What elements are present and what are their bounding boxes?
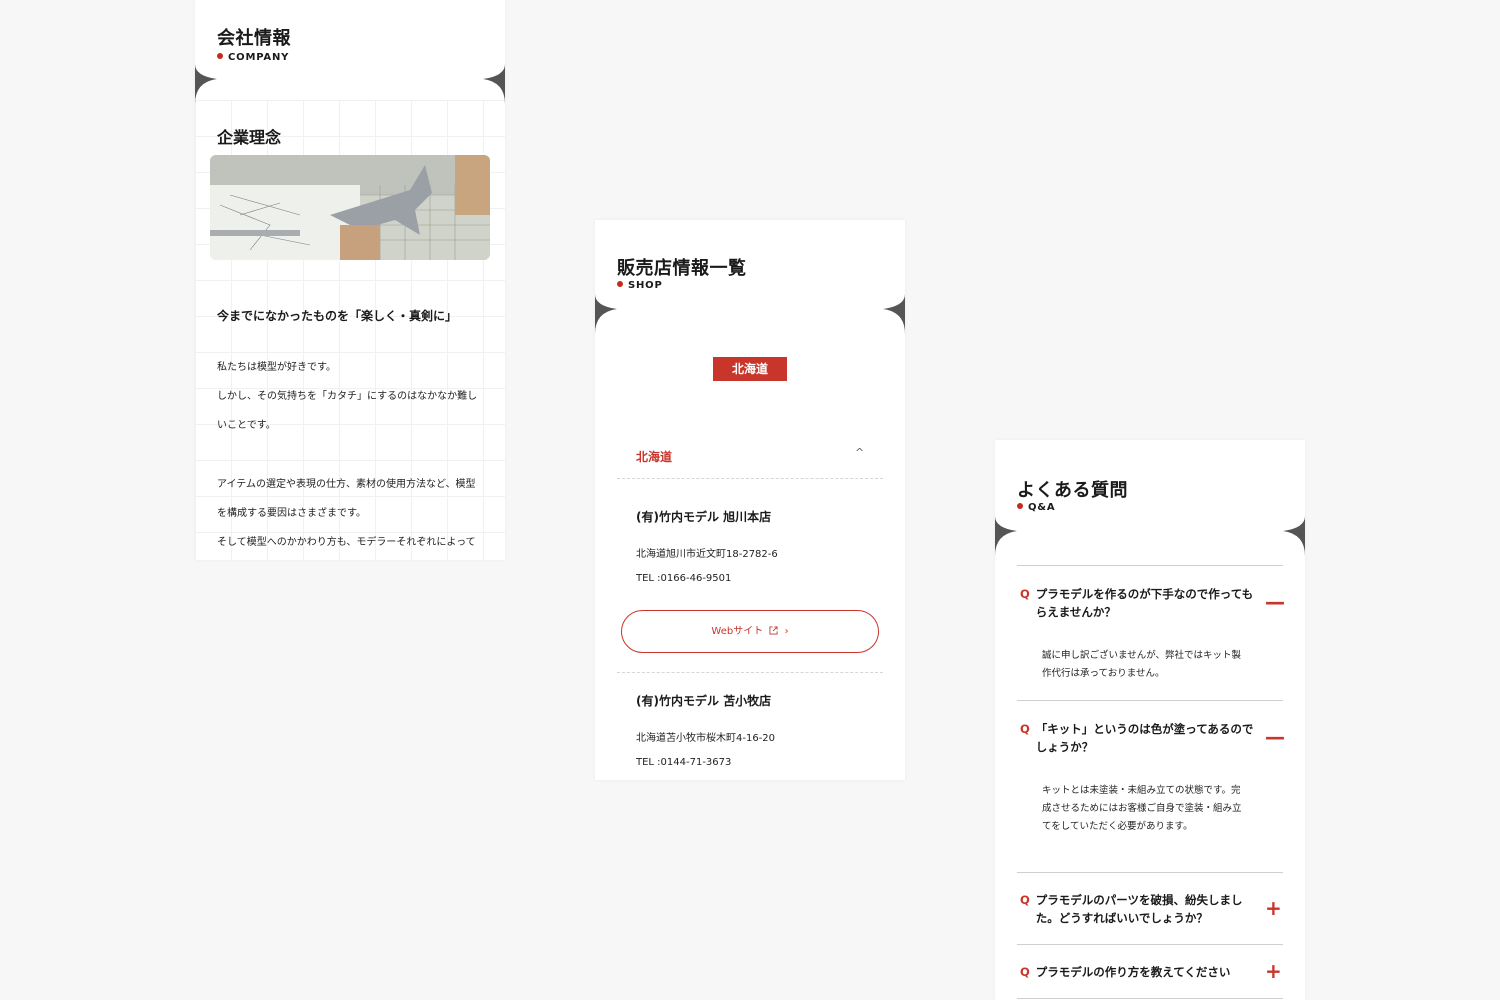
- subtitle-text: Q&A: [1028, 502, 1056, 513]
- divider: [1017, 872, 1283, 873]
- plus-icon[interactable]: +: [1265, 898, 1282, 918]
- model-building-photo: [210, 155, 490, 260]
- minus-icon[interactable]: —: [1265, 592, 1285, 612]
- philosophy-text: そして模型へのかかわり方も、モデラーそれぞれによって: [217, 537, 476, 548]
- dot-icon: [617, 281, 623, 287]
- divider: [1017, 700, 1283, 701]
- q-marker: Q: [1020, 722, 1030, 736]
- philosophy-text: アイテムの選定や表現の仕方、素材の使用方法など、模型: [217, 479, 476, 490]
- store-name: (有)竹内モデル 旭川本店: [636, 510, 772, 524]
- philosophy-text: いことです。: [217, 420, 276, 431]
- section-notch: [995, 516, 1305, 556]
- dot-icon: [217, 53, 223, 59]
- faq-question[interactable]: Q プラモデルの作り方を教えてください: [1020, 963, 1260, 981]
- chevron-up-icon[interactable]: ^: [855, 446, 864, 459]
- faq-card: よくある質問 Q&A Q プラモデルを作るのが下手なので作ってもらえませんか？ —…: [995, 440, 1305, 1000]
- plus-icon[interactable]: +: [1265, 961, 1282, 981]
- company-card: 会社情報 COMPANY 企業理念 今までになかったものを「楽しく・真剣に」 私…: [195, 0, 505, 560]
- minus-icon[interactable]: —: [1265, 727, 1285, 747]
- subtitle-text: COMPANY: [228, 52, 290, 63]
- philosophy-lead: 今までになかったものを「楽しく・真剣に」: [217, 309, 458, 323]
- store-name: (有)竹内モデル 苫小牧店: [636, 694, 772, 708]
- section-notch: [595, 294, 905, 334]
- store-address: 北海道旭川市近文町18-2782-6: [636, 549, 778, 560]
- faq-question[interactable]: Q プラモデルのパーツを破損、紛失しました。どうすればいいでしょうか？: [1020, 891, 1260, 927]
- philosophy-text: しかし、その気持ちを「カタチ」にするのはなかなか難し: [217, 391, 478, 402]
- section-notch: [195, 64, 505, 104]
- q-marker: Q: [1020, 965, 1030, 979]
- shop-card: 販売店情報一覧 SHOP 北海道 北海道 ^ (有)竹内モデル 旭川本店 北海道…: [595, 220, 905, 780]
- store-tel: TEL :0144-71-3673: [636, 757, 732, 768]
- dot-icon: [1017, 503, 1023, 509]
- external-link-icon: [769, 611, 778, 652]
- page-title: 販売店情報一覧: [617, 258, 747, 279]
- divider: [1017, 565, 1283, 566]
- faq-answer: 誠に申し訳ございませんが、弊社ではキット製作代行は承っておりません。: [1042, 650, 1242, 679]
- website-button-label: Webサイト: [711, 626, 764, 637]
- philosophy-text: を構成する要因はさまざまです。: [217, 508, 366, 519]
- divider: [1017, 998, 1283, 999]
- website-button[interactable]: Webサイト ›: [621, 610, 879, 653]
- q-marker: Q: [1020, 587, 1030, 601]
- store-address: 北海道苫小牧市桜木町4-16-20: [636, 733, 776, 744]
- store-tel: TEL :0166-46-9501: [636, 573, 732, 584]
- accordion-header[interactable]: 北海道: [636, 448, 672, 465]
- page-subtitle: SHOP: [617, 280, 663, 291]
- page-subtitle: Q&A: [1017, 502, 1055, 513]
- divider: [1017, 944, 1283, 945]
- page-title: よくある質問: [1017, 480, 1128, 501]
- section-title: 企業理念: [217, 128, 282, 147]
- question-text: プラモデルのパーツを破損、紛失しました。どうすればいいでしょうか？: [1035, 893, 1243, 925]
- divider: [617, 672, 883, 673]
- question-text: 「キット」というのは色が塗ってあるのでしょうか？: [1035, 722, 1254, 754]
- faq-question[interactable]: Q 「キット」というのは色が塗ってあるのでしょうか？: [1020, 720, 1260, 756]
- question-text: プラモデルの作り方を教えてください: [1035, 965, 1231, 979]
- page-title: 会社情報: [217, 28, 291, 49]
- divider: [617, 478, 883, 479]
- page-subtitle: COMPANY: [217, 52, 289, 63]
- subtitle-text: SHOP: [628, 280, 663, 291]
- question-text: プラモデルを作るのが下手なので作ってもらえませんか？: [1035, 587, 1254, 619]
- faq-answer: キットとは未塗装・未組み立ての状態です。完成させるためにはお客様ご自身で塗装・組…: [1042, 785, 1242, 832]
- q-marker: Q: [1020, 893, 1030, 907]
- philosophy-text: 私たちは模型が好きです。: [217, 362, 336, 373]
- chevron-right-icon: ›: [784, 626, 789, 637]
- prefecture-badge[interactable]: 北海道: [713, 357, 787, 381]
- faq-question[interactable]: Q プラモデルを作るのが下手なので作ってもらえませんか？: [1020, 585, 1260, 621]
